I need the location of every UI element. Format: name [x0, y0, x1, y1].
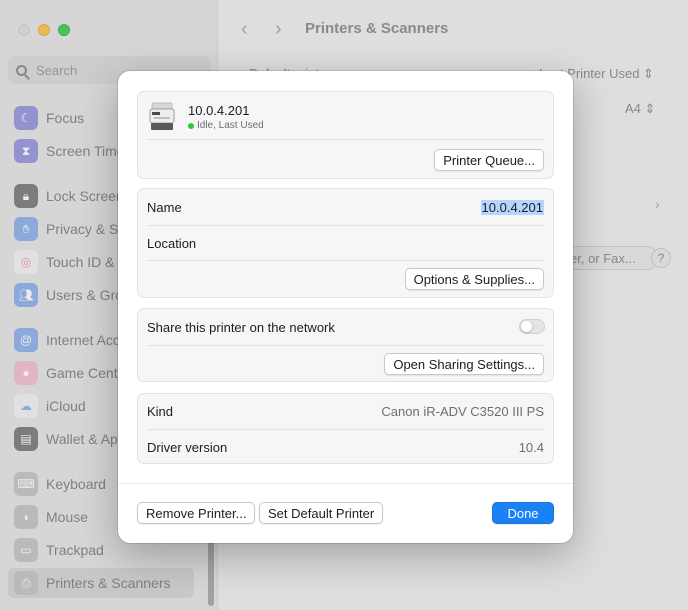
- toggle-knob: [521, 321, 532, 332]
- set-default-printer-button[interactable]: Set Default Printer: [259, 502, 384, 524]
- printer-queue-button[interactable]: Printer Queue...: [434, 149, 544, 171]
- share-row: Share this printer on the network: [138, 309, 553, 345]
- divider: [147, 139, 544, 140]
- name-label: Name: [147, 199, 182, 215]
- printer-name: 10.0.4.201: [188, 103, 250, 118]
- location-label: Location: [147, 235, 197, 251]
- printer-status: Idle, Last Used: [188, 120, 264, 131]
- kind-label: Kind: [147, 404, 174, 419]
- name-field[interactable]: 10.0.4.201: [480, 199, 544, 215]
- remove-printer-button[interactable]: Remove Printer...: [137, 502, 256, 524]
- driver-label: Driver version: [147, 439, 228, 455]
- name-value[interactable]: 10.0.4.201: [480, 199, 544, 215]
- kind-row: Kind Canon iR-ADV C3520 III PS: [138, 394, 553, 429]
- status-dot-icon: [188, 122, 194, 129]
- status-text: Idle, Last Used: [197, 120, 264, 131]
- driver-info-group: Kind Canon iR-ADV C3520 III PS Driver ve…: [137, 393, 554, 464]
- share-toggle[interactable]: [519, 319, 545, 334]
- options-supplies-button[interactable]: Options & Supplies...: [404, 268, 544, 290]
- printer-details-group: Name 10.0.4.201 Location Options & Suppl…: [137, 188, 554, 298]
- printer-info-dialog: 10.0.4.201 Idle, Last Used Printer Queue…: [118, 71, 573, 543]
- printer-header-group: 10.0.4.201 Idle, Last Used Printer Queue…: [137, 91, 554, 179]
- sharing-group: Share this printer on the network Open S…: [137, 308, 554, 382]
- location-row: Location: [138, 225, 553, 261]
- driver-value: 10.4: [518, 439, 544, 455]
- kind-value: Canon iR-ADV C3520 III PS: [381, 404, 544, 419]
- open-sharing-settings-button[interactable]: Open Sharing Settings...: [384, 353, 544, 375]
- footer-divider: [118, 483, 573, 484]
- driver-row: Driver version 10.4: [138, 429, 553, 465]
- printer-icon: [149, 102, 175, 130]
- name-row: Name 10.0.4.201: [138, 189, 553, 225]
- divider: [147, 260, 544, 261]
- done-button[interactable]: Done: [492, 502, 554, 524]
- share-label: Share this printer on the network: [147, 319, 335, 335]
- divider: [147, 345, 544, 346]
